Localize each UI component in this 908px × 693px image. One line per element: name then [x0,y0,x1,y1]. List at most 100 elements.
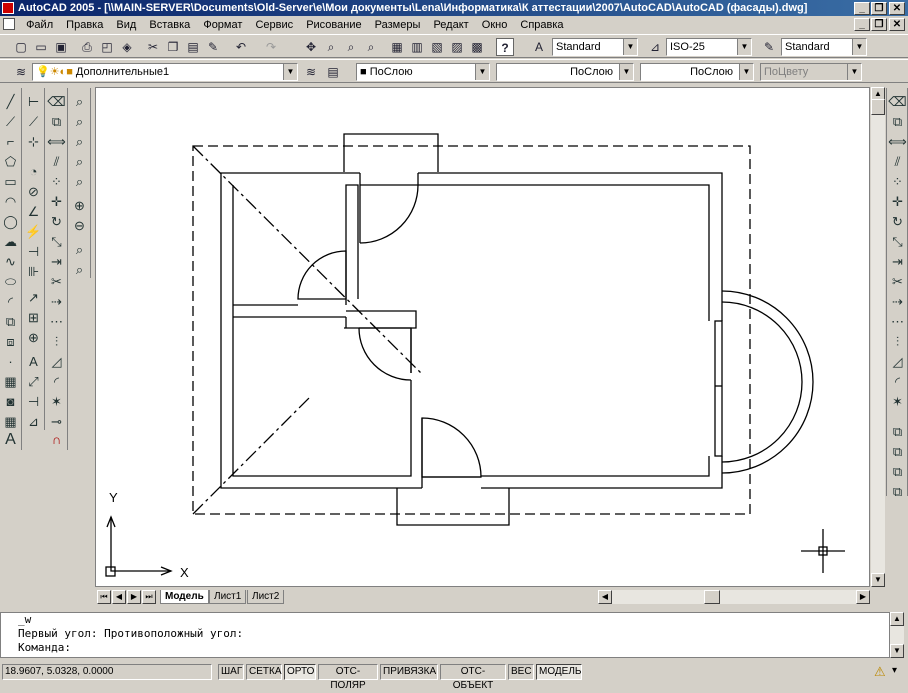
scale-icon[interactable]: ⤡ [888,232,907,251]
open-file-icon[interactable]: ▭ [32,38,50,56]
zoom-realtime-icon[interactable]: ⌕ [322,38,340,56]
publish-icon[interactable]: ◈ [118,38,136,56]
center-mark-icon[interactable]: ⊕ [24,328,43,347]
linetype-select[interactable]: ПоСлою ▼ [496,63,634,81]
multiline-text-icon[interactable]: A [1,430,20,449]
bring-above-icon[interactable]: ⧉ [888,462,907,481]
zoom-scale-icon[interactable]: ⌕ [70,132,89,151]
cut-icon[interactable]: ✂ [144,38,162,56]
communication-center-icon[interactable]: ⚠ [874,664,886,680]
new-file-icon[interactable]: ▢ [12,38,30,56]
scroll-right-icon[interactable]: ▶ [856,590,870,604]
revision-cloud-icon[interactable]: ☁ [1,232,20,251]
extend-icon[interactable]: ⇢ [47,292,66,311]
zoom-object-icon[interactable]: ⌕ [70,172,89,191]
menu-edit[interactable]: Правка [61,16,108,34]
spline-icon[interactable]: ∿ [1,252,20,271]
minimize-button[interactable]: _ [854,2,870,15]
lineweight-toggle[interactable]: ВЕС [508,664,534,680]
menu-file[interactable]: Файл [21,16,58,34]
chevron-down-icon[interactable]: ▼ [739,64,753,80]
help-icon[interactable]: ? [496,38,514,56]
chevron-down-icon[interactable]: ▼ [475,64,489,80]
zoom-extents-icon[interactable]: ⌕ [70,260,89,279]
chevron-down-icon[interactable]: ▼ [619,64,633,80]
arc-icon[interactable]: ◠ [1,192,20,211]
autocad-app-icon[interactable] [2,2,14,14]
make-block-icon[interactable]: ⧈ [1,332,20,351]
vertical-scrollbar[interactable]: ▲ ▼ [871,87,885,587]
diameter-dimension-icon[interactable]: ⊘ [24,182,43,201]
snap-toggle[interactable]: ШАГ [218,664,244,680]
radius-dimension-icon[interactable]: ◔ [24,162,43,181]
undo-icon[interactable]: ↶ [232,38,250,56]
continue-dimension-icon[interactable]: ⊪ [24,262,43,281]
linear-dimension-icon[interactable]: ⊢ [24,92,43,111]
ellipse-arc-icon[interactable]: ◜ [1,292,20,311]
polyline-icon[interactable]: ⌐ [1,132,20,151]
color-select[interactable]: ■ ПоСлою ▼ [356,63,490,81]
text-style-select[interactable]: Standard ▼ [552,38,638,56]
fillet-icon[interactable]: ◜ [47,372,66,391]
command-scrollbar[interactable]: ▲ ▼ [890,612,904,658]
print-icon[interactable]: ⎙ [78,38,96,56]
ellipse-icon[interactable]: ⬭ [1,272,20,291]
zoom-window-icon[interactable]: ⌕ [342,38,360,56]
match-properties-icon[interactable]: ✎ [204,38,222,56]
send-under-icon[interactable]: ⧉ [888,482,907,501]
make-current-layer-icon[interactable]: ≋ [302,63,320,81]
trim-icon[interactable]: ✂ [888,272,907,291]
offset-icon[interactable]: ⫽ [47,152,66,171]
doc-minimize-button[interactable]: _ [854,18,870,31]
doc-restore-button[interactable]: ❐ [871,18,887,31]
menu-window[interactable]: Окно [477,16,513,34]
chevron-down-icon[interactable]: ▼ [283,64,297,80]
explode-icon[interactable]: ✶ [888,392,907,411]
rotate-icon[interactable]: ↻ [888,212,907,231]
dimension-edit-icon[interactable]: A [24,352,43,371]
properties-icon[interactable]: ▦ [388,38,406,56]
angular-dimension-icon[interactable]: ∠ [24,202,43,221]
construction-line-icon[interactable]: ⟋ [1,112,20,131]
design-center-icon[interactable]: ▥ [408,38,426,56]
zoom-in-icon[interactable]: ⊕ [70,196,89,215]
scale-icon[interactable]: ⤡ [47,232,66,251]
scroll-thumb[interactable] [871,99,885,115]
otrack-toggle[interactable]: ОТС-ОБЪЕКТ [440,664,506,691]
drawing-canvas[interactable]: Y X [95,87,870,587]
point-icon[interactable]: · [1,352,20,371]
copy-object-icon[interactable]: ⧉ [47,112,66,131]
menu-tools[interactable]: Сервис [250,16,298,34]
chamfer-icon[interactable]: ◿ [47,352,66,371]
scroll-up-icon[interactable]: ▲ [890,612,904,626]
zoom-all-icon[interactable]: ⌕ [70,240,89,259]
region-icon[interactable]: ◙ [1,392,20,411]
break-at-point-icon[interactable]: ⋯ [47,312,66,331]
table-icon[interactable]: ▦ [1,412,20,431]
markup-icon[interactable]: ▩ [468,38,486,56]
horizontal-scrollbar[interactable]: ◀ ▶ [598,590,870,604]
stretch-icon[interactable]: ⇥ [47,252,66,271]
array-icon[interactable]: ⁘ [888,172,907,191]
dimension-text-edit-icon[interactable]: ⤢ [24,372,43,391]
draw-order-back-icon[interactable]: ⧉ [888,442,907,461]
doc-close-button[interactable]: ✕ [889,18,905,31]
layer-previous-icon[interactable]: ▤ [324,63,342,81]
mirror-icon[interactable]: ⟺ [888,132,907,151]
chamfer-icon[interactable]: ◿ [888,352,907,371]
aligned-dimension-icon[interactable]: ⟋ [24,112,43,131]
chevron-down-icon[interactable]: ▼ [623,39,637,55]
command-window[interactable]: _w Первый угол: Противоположный угол: Ко… [0,612,890,658]
grid-toggle[interactable]: СЕТКА [246,664,282,680]
zoom-out-icon[interactable]: ⊖ [70,216,89,235]
document-icon[interactable] [3,18,15,30]
coordinate-readout[interactable]: 18.9607, 5.0328, 0.0000 [2,664,212,680]
polar-toggle[interactable]: ОТС-ПОЛЯР [318,664,378,691]
pan-icon[interactable]: ✥ [302,38,320,56]
next-tab-icon[interactable]: ▶ [127,590,141,604]
zoom-previous-icon[interactable]: ⌕ [362,38,380,56]
command-prompt[interactable]: Команда: [1,641,889,655]
break-icon[interactable]: ⫶ [888,332,907,351]
tool-palettes-icon[interactable]: ▧ [428,38,446,56]
fillet-icon[interactable]: ◜ [888,372,907,391]
